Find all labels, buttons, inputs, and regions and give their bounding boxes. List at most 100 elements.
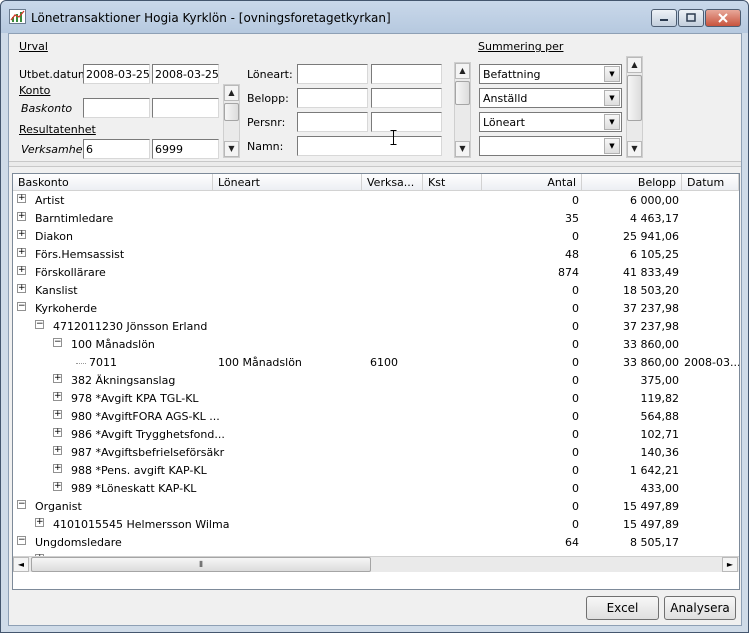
table-row[interactable]: +382 Äkningsanslag 0 375,00 bbox=[13, 372, 739, 390]
summering-level-3-select[interactable]: Löneart ▼ bbox=[479, 112, 622, 132]
table-row[interactable]: 7011 100 Månadslön 6100 0 33 860,00 2008-03..… bbox=[13, 354, 739, 372]
expand-plus-icon[interactable]: + bbox=[53, 392, 62, 401]
column-header-kst[interactable]: Kst bbox=[423, 174, 482, 191]
summering-level-2-select[interactable]: Anställd ▼ bbox=[479, 88, 622, 108]
table-row[interactable]: −100 Månadslön 0 33 860,00 bbox=[13, 336, 739, 354]
column-header-belopp[interactable]: Belopp bbox=[582, 174, 682, 191]
collapse-minus-icon[interactable]: − bbox=[35, 320, 44, 329]
belopp-cell: 1 642,21 bbox=[630, 464, 679, 477]
verksamhet-from-input[interactable]: 6 bbox=[83, 139, 150, 159]
utbet-from-input[interactable]: 2008-03-25 bbox=[83, 64, 150, 84]
column-header-loneart[interactable]: Löneart bbox=[213, 174, 362, 191]
expand-plus-icon[interactable]: + bbox=[53, 428, 62, 437]
expand-plus-icon[interactable]: + bbox=[53, 410, 62, 419]
scroll-up-arrow-icon[interactable]: ▲ bbox=[224, 85, 239, 101]
scroll-right-arrow-icon[interactable]: ► bbox=[722, 557, 738, 572]
expand-plus-icon[interactable]: + bbox=[35, 518, 44, 527]
utbet-to-input[interactable]: 2008-03-25 bbox=[152, 64, 219, 84]
expand-plus-icon[interactable]: + bbox=[17, 284, 26, 293]
belopp-cell: 6 105,25 bbox=[630, 248, 679, 261]
scroll-thumb[interactable]: ⦀ bbox=[31, 557, 371, 572]
table-row[interactable]: +978 *Avgift KPA TGL-KL 0 119,82 bbox=[13, 390, 739, 408]
tree-label: 4101015545 Helmersson Wilma bbox=[53, 518, 230, 531]
table-row[interactable]: + Förs.Hemsassist 48 6 105,25 bbox=[13, 246, 739, 264]
dropdown-arrow-icon[interactable]: ▼ bbox=[604, 66, 620, 82]
antal-cell: 874 bbox=[558, 266, 579, 279]
summering-scrollbar[interactable]: ▲ ▼ bbox=[626, 56, 643, 158]
close-button[interactable] bbox=[705, 9, 741, 27]
belopp-cell: 433,00 bbox=[640, 482, 680, 495]
table-row[interactable]: + Barntimledare 35 4 463,17 bbox=[13, 210, 739, 228]
namn-input[interactable] bbox=[297, 136, 442, 156]
collapse-minus-icon[interactable]: − bbox=[17, 500, 26, 509]
filter-middle-scrollbar[interactable]: ▲ ▼ bbox=[454, 62, 471, 158]
persnr-from-input[interactable] bbox=[297, 112, 368, 132]
belopp-to-input[interactable] bbox=[371, 88, 442, 108]
baskonto-to-input[interactable] bbox=[152, 98, 219, 118]
expand-plus-icon[interactable]: + bbox=[53, 482, 62, 491]
collapse-minus-icon[interactable]: − bbox=[17, 302, 26, 311]
urval-label: Urval bbox=[19, 40, 48, 53]
scroll-thumb[interactable] bbox=[455, 81, 470, 105]
table-row[interactable]: − Kyrkoherde 0 37 237,98 bbox=[13, 300, 739, 318]
table-row[interactable]: − Organist 0 15 497,89 bbox=[13, 498, 739, 516]
expand-plus-icon[interactable]: + bbox=[53, 464, 62, 473]
expand-plus-icon[interactable]: + bbox=[17, 230, 26, 239]
summering-level-1-select[interactable]: Befattning ▼ bbox=[479, 64, 622, 84]
summering-level-4-select[interactable]: ▼ bbox=[479, 136, 622, 156]
grid-horizontal-scrollbar[interactable]: ◄ ⦀ ► bbox=[13, 556, 739, 572]
table-row[interactable]: +989 *Löneskatt KAP-KL 0 433,00 bbox=[13, 480, 739, 498]
belopp-from-input[interactable] bbox=[297, 88, 368, 108]
scroll-thumb[interactable] bbox=[627, 75, 642, 121]
expand-plus-icon[interactable]: + bbox=[17, 248, 26, 257]
table-row[interactable]: −4712011230 Jönsson Erland 0 37 237,98 bbox=[13, 318, 739, 336]
verksamhet-to-input[interactable]: 6999 bbox=[152, 139, 219, 159]
table-row[interactable]: + Diakon 0 25 941,06 bbox=[13, 228, 739, 246]
scroll-down-arrow-icon[interactable]: ▼ bbox=[455, 141, 470, 157]
scroll-left-arrow-icon[interactable]: ◄ bbox=[13, 557, 29, 572]
table-row[interactable]: + Kanslist 0 18 503,20 bbox=[13, 282, 739, 300]
dropdown-arrow-icon[interactable]: ▼ bbox=[604, 114, 620, 130]
collapse-minus-icon[interactable]: − bbox=[17, 536, 26, 545]
excel-button[interactable]: Excel bbox=[586, 596, 659, 620]
maximize-button[interactable] bbox=[678, 9, 704, 27]
panel-splitter[interactable] bbox=[9, 161, 741, 167]
dropdown-arrow-icon[interactable]: ▼ bbox=[604, 90, 620, 106]
column-header-baskonto[interactable]: Baskonto bbox=[13, 174, 213, 191]
loneart-to-input[interactable] bbox=[371, 64, 442, 84]
baskonto-from-input[interactable] bbox=[83, 98, 150, 118]
table-row[interactable]: +987 *Avgiftsbefrielseförsäkr 0 140,36 bbox=[13, 444, 739, 462]
filter-left-scrollbar[interactable]: ▲ ▼ bbox=[223, 84, 240, 158]
expand-plus-icon[interactable]: + bbox=[53, 446, 62, 455]
results-tree-grid[interactable]: Baskonto Löneart Verksa... Kst Antal Bel… bbox=[12, 173, 740, 590]
expand-plus-icon[interactable]: + bbox=[17, 266, 26, 275]
table-row[interactable]: + Förskollärare 874 41 833,49 bbox=[13, 264, 739, 282]
column-header-datum[interactable]: Datum bbox=[682, 174, 739, 191]
antal-cell: 0 bbox=[572, 500, 579, 513]
scroll-up-arrow-icon[interactable]: ▲ bbox=[455, 63, 470, 79]
dropdown-arrow-icon[interactable]: ▼ bbox=[604, 138, 620, 154]
loneart-from-input[interactable] bbox=[297, 64, 368, 84]
table-row[interactable]: +986 *Avgift Trygghetsfond... 0 102,71 bbox=[13, 426, 739, 444]
table-row[interactable]: +4101015545 Helmersson Wilma 0 15 497,89 bbox=[13, 516, 739, 534]
scroll-down-arrow-icon[interactable]: ▼ bbox=[627, 141, 642, 157]
scroll-down-arrow-icon[interactable]: ▼ bbox=[224, 141, 239, 157]
expand-plus-icon[interactable]: + bbox=[17, 212, 26, 221]
table-row[interactable]: + Artist 0 6 000,00 bbox=[13, 192, 739, 210]
persnr-to-input[interactable] bbox=[371, 112, 442, 132]
scroll-up-arrow-icon[interactable]: ▲ bbox=[627, 57, 642, 73]
collapse-minus-icon[interactable]: − bbox=[53, 338, 62, 347]
minimize-button[interactable] bbox=[651, 9, 677, 27]
column-header-verksamhet[interactable]: Verksa... bbox=[362, 174, 423, 191]
column-header-antal[interactable]: Antal bbox=[482, 174, 582, 191]
table-row[interactable]: +980 *AvgiftFORA AGS-KL ... 0 564,88 bbox=[13, 408, 739, 426]
analysera-button[interactable]: Analysera bbox=[664, 596, 736, 620]
table-row[interactable]: +988 *Pens. avgift KAP-KL 0 1 642,21 bbox=[13, 462, 739, 480]
table-row[interactable]: − Ungdomsledare 64 8 505,17 bbox=[13, 534, 739, 552]
title-bar[interactable]: Lönetransaktioner Hogia Kyrklön - [ovnin… bbox=[1, 1, 748, 33]
belopp-cell: 37 237,98 bbox=[623, 320, 679, 333]
expand-plus-icon[interactable]: + bbox=[17, 194, 26, 203]
scroll-thumb[interactable] bbox=[224, 103, 239, 121]
tree-label: Organist bbox=[35, 500, 82, 513]
expand-plus-icon[interactable]: + bbox=[53, 374, 62, 383]
